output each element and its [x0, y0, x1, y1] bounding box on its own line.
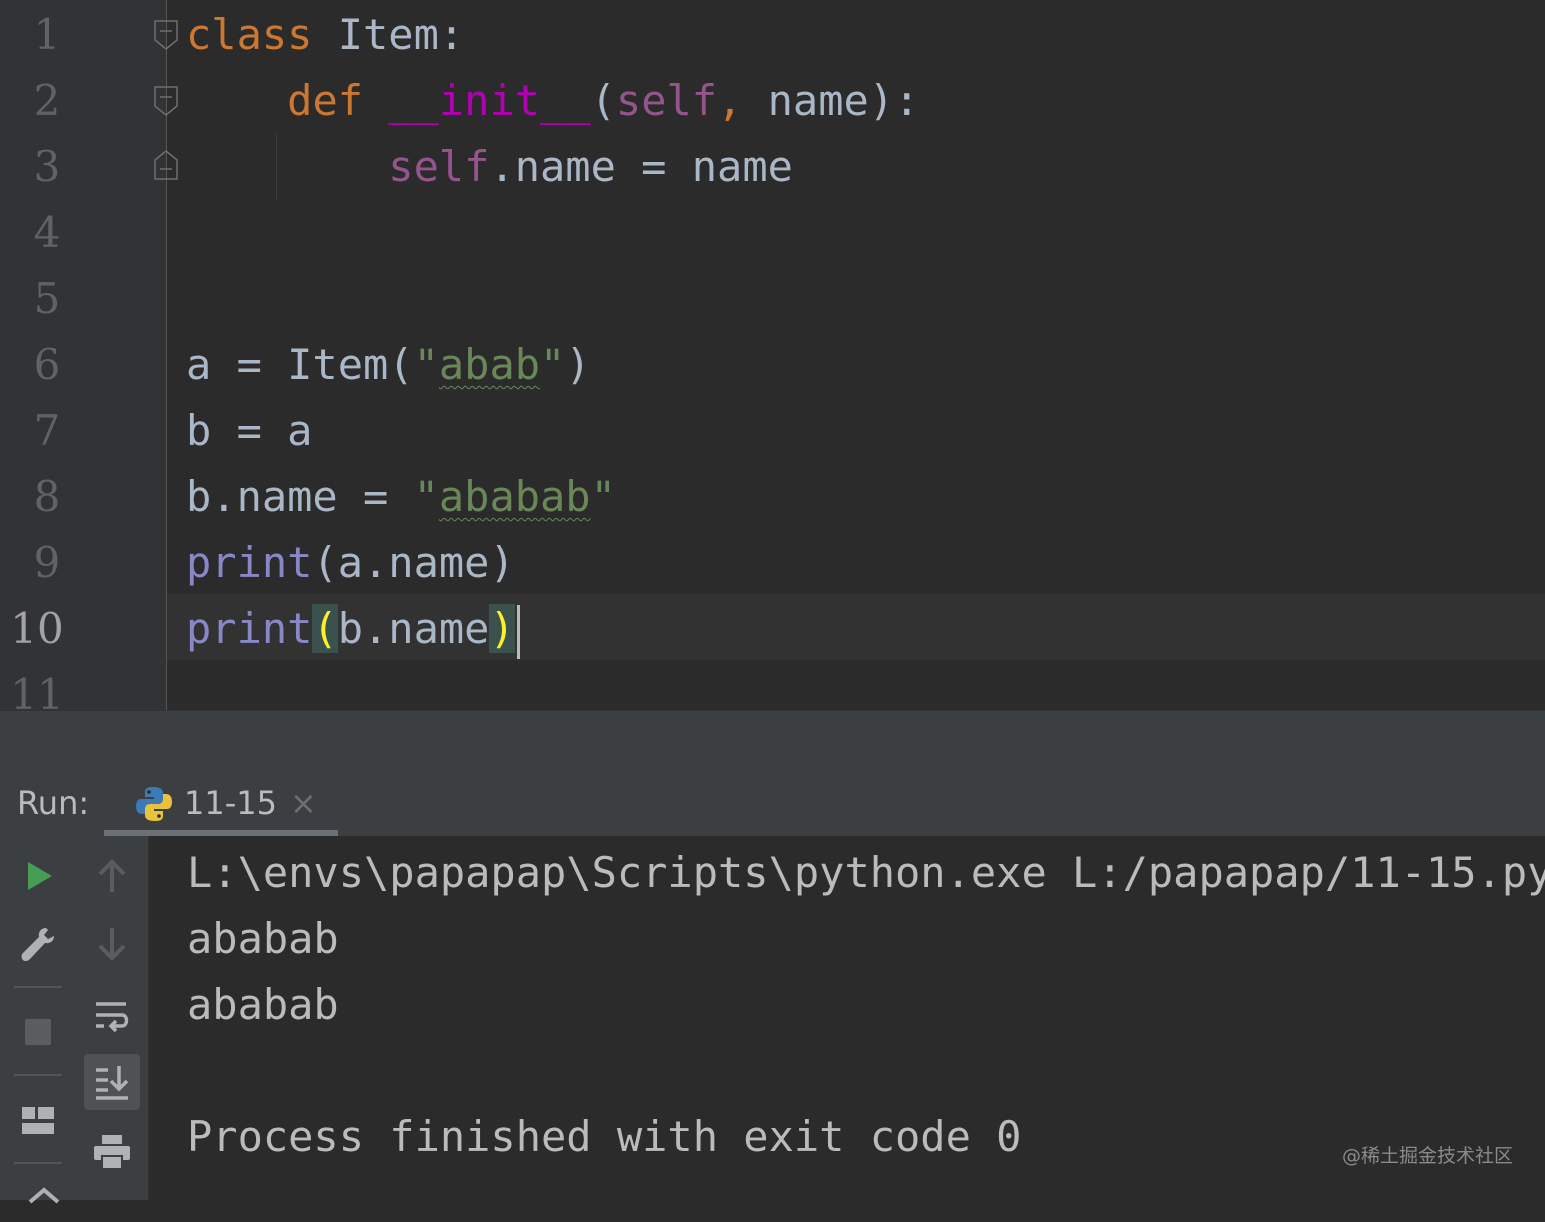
paren: ( [590, 76, 616, 125]
toolbar-separator [14, 1162, 62, 1164]
line-number: 2 [33, 76, 61, 125]
run-tab[interactable]: 11-15 × [104, 770, 338, 838]
code-line-6: a = Item("abab") [186, 332, 591, 398]
code-text: b.name = [186, 472, 414, 521]
up-arrow-icon[interactable] [92, 856, 132, 896]
console-line: ababab [187, 980, 339, 1029]
code-line-8: b.name = "ababab" [186, 464, 616, 530]
matched-paren: ( [312, 604, 338, 653]
code-line-7: b = a [186, 398, 312, 464]
panel-divider[interactable] [0, 710, 1545, 771]
code-line-10: print(b.name) [186, 596, 520, 662]
line-number: 6 [33, 340, 61, 389]
string-literal: abab [438, 340, 541, 389]
down-arrow-icon[interactable] [92, 924, 132, 964]
print-icon[interactable] [92, 1132, 132, 1172]
builtin-function: print [186, 604, 313, 653]
keyword: class [186, 10, 313, 59]
close-icon[interactable]: × [290, 784, 317, 822]
string-quote: " [590, 472, 616, 521]
self-ref: self [388, 142, 490, 191]
run-console-output[interactable]: L:\envs\papapap\Scripts\python.exe L:/pa… [149, 836, 1545, 1200]
line-number: 3 [33, 142, 61, 191]
magic-method: __init__ [388, 76, 591, 125]
comma: , [717, 76, 743, 125]
run-panel-header: Run: 11-15 × [0, 770, 1545, 838]
string-literal: ababab [438, 472, 591, 521]
run-toolbar-primary [0, 836, 75, 1204]
code-line-9: print(a.name) [186, 530, 515, 596]
console-line: ababab [187, 914, 339, 963]
code-text: a = Item( [186, 340, 414, 389]
code-text: .name = name [489, 142, 793, 191]
code-text: name): [742, 76, 920, 125]
scroll-to-end-icon [96, 1066, 129, 1100]
watermark: @稀土掘金技术社区 [1341, 1145, 1513, 1167]
console-line: L:\envs\papapap\Scripts\python.exe L:/pa… [187, 848, 1545, 897]
line-number: 8 [33, 472, 61, 521]
fold-end-icon[interactable] [154, 150, 178, 180]
console-line: Process finished with exit code 0 [187, 1112, 1022, 1161]
run-toolbar-secondary [75, 836, 149, 1200]
chevron-up-icon[interactable] [24, 1182, 64, 1222]
line-number: 4 [33, 208, 61, 257]
code-line-3: self.name = name [186, 134, 793, 200]
line-number-gutter: 1 2 3 4 5 6 7 8 9 10 11 [0, 0, 178, 719]
run-tab-name: 11-15 [184, 784, 277, 822]
code-text: Item: [312, 10, 465, 59]
string-quote: " [540, 340, 566, 389]
line-number: 9 [33, 538, 61, 587]
string-quote: " [413, 472, 439, 521]
toolbar-separator [14, 1074, 62, 1076]
line-number: 1 [33, 10, 61, 59]
run-label: Run: [17, 784, 90, 822]
code-text: (a.name) [312, 538, 515, 587]
code-line-2: def __init__(self, name): [186, 68, 919, 134]
builtin-function: print [186, 538, 313, 587]
line-number-active: 10 [10, 604, 64, 653]
layout-icon[interactable] [18, 1100, 58, 1140]
code-text: ) [565, 340, 591, 389]
run-icon[interactable] [18, 856, 58, 896]
code-text: b = a [186, 406, 313, 455]
soft-wrap-icon[interactable] [92, 996, 132, 1036]
code-text: b.name [337, 604, 490, 653]
toolbar-separator [14, 986, 62, 988]
wrench-icon[interactable] [18, 924, 58, 964]
matched-paren: ) [489, 604, 515, 653]
line-number: 5 [33, 274, 61, 323]
line-number: 7 [33, 406, 61, 455]
self-param: self [615, 76, 718, 125]
keyword: def [287, 76, 364, 125]
string-quote: " [413, 340, 439, 389]
fold-collapse-icon[interactable] [154, 20, 178, 50]
code-line-1: class Item: [186, 2, 464, 68]
text-caret [516, 604, 520, 659]
python-icon [136, 787, 172, 821]
code-editor[interactable]: 1 2 3 4 5 6 7 8 9 10 11 class Item: def … [0, 0, 1545, 719]
stop-icon[interactable] [18, 1012, 58, 1052]
fold-collapse-icon[interactable] [154, 86, 178, 116]
scroll-to-end-button[interactable] [84, 1054, 140, 1110]
